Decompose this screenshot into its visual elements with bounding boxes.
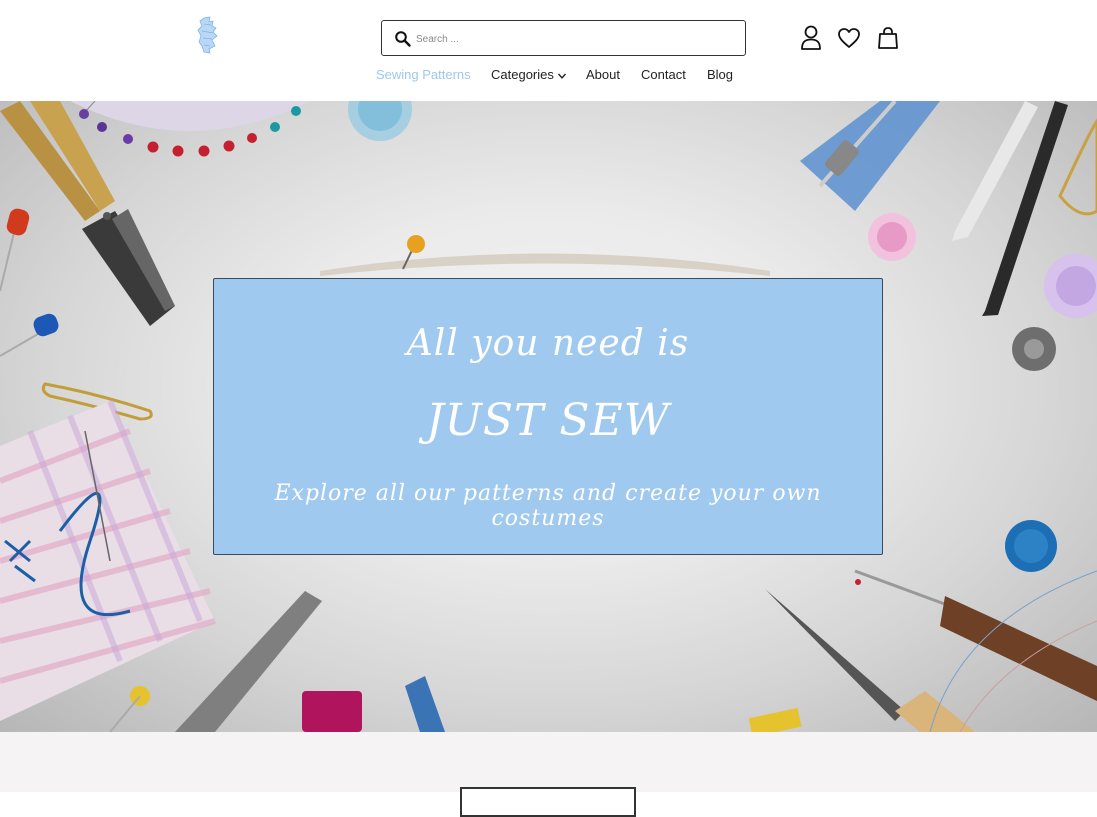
zipper-icon — [405, 676, 445, 732]
hero-headline: JUST SEW — [426, 395, 670, 446]
main-nav: Sewing Patterns Categories About Contact… — [0, 67, 1097, 85]
hero-tagline: Explore all our patterns and create your… — [274, 481, 822, 531]
hero-section: All you need is JUST SEW Explore all our… — [0, 101, 1097, 732]
nav-label: Blog — [707, 67, 734, 82]
search-box — [381, 20, 746, 56]
pin-cushion-icon — [70, 101, 310, 157]
nav-blog[interactable]: Blog — [707, 67, 733, 82]
seam-ripper-icon — [854, 569, 951, 608]
nav-sewing-patterns[interactable]: Sewing Patterns — [376, 67, 471, 82]
hero-line-1: All you need is — [406, 323, 690, 364]
nav-categories[interactable]: Categories — [491, 67, 567, 82]
nav-about[interactable]: About — [586, 67, 620, 82]
nav-label: About — [586, 67, 620, 82]
logo[interactable] — [196, 16, 220, 54]
nav-label: Sewing Patterns — [376, 67, 471, 82]
account-icon[interactable] — [798, 24, 824, 52]
hero-banner: All you need is JUST SEW Explore all our… — [213, 278, 883, 555]
nav-contact[interactable]: Contact — [641, 67, 686, 82]
nav-label: Categories — [491, 67, 554, 82]
heart-icon[interactable] — [836, 24, 862, 52]
awl-icon — [765, 589, 905, 721]
zipper-icon — [800, 101, 940, 211]
fabric-strip-icon — [320, 253, 770, 276]
site-header: Sewing Patterns Categories About Contact… — [0, 0, 1097, 101]
safety-pin-icon — [1058, 118, 1097, 216]
chevron-down-icon — [557, 73, 566, 79]
nav-label: Contact — [641, 67, 686, 82]
fabric-swatch-icon — [0, 399, 216, 721]
search-icon[interactable] — [394, 30, 412, 48]
tape-measure-icon — [748, 707, 802, 732]
content-section — [0, 732, 1097, 817]
search-input[interactable] — [416, 29, 736, 49]
thread-spool-icon — [302, 691, 362, 732]
bag-icon[interactable] — [875, 24, 901, 52]
